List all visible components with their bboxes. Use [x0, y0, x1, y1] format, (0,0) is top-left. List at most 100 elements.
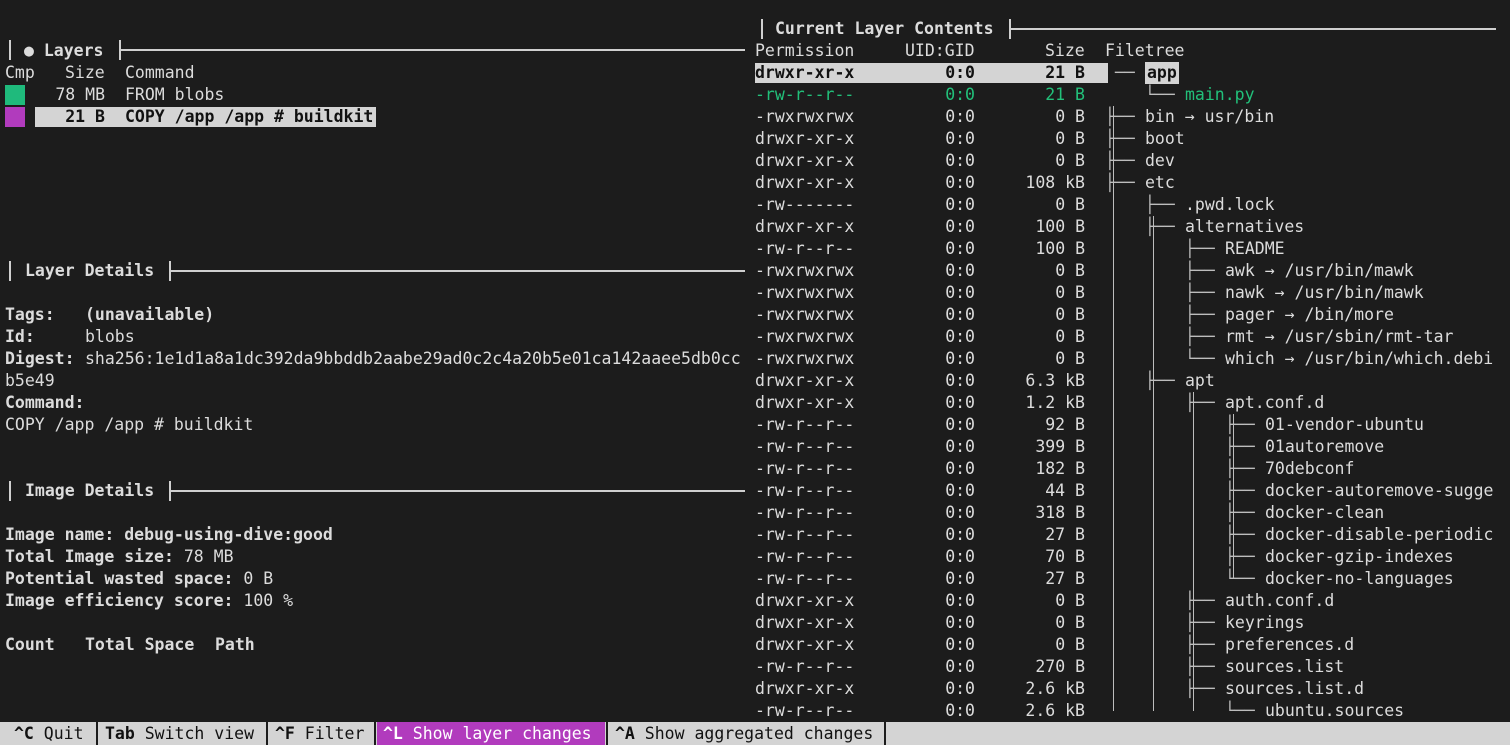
filetree-row[interactable]: -rwxrwxrwx 0:0 0 B ├── bin → usr/bin	[0, 106, 1510, 128]
uid-gid-cell: 0:0	[945, 591, 975, 610]
filetree-row[interactable]: -rw-r--r-- 0:0 182 B ├── 70debconf	[0, 458, 1510, 480]
uid-gid-cell: 0:0	[945, 107, 975, 126]
filetree-entry-name: awk → /usr/bin/mawk	[1225, 261, 1414, 280]
size-cell: 0 B	[1055, 613, 1085, 632]
size-cell: 6.3 kB	[1025, 371, 1085, 390]
size-cell: 0 B	[1055, 107, 1085, 126]
filetree-row[interactable]: -rw------- 0:0 0 B ├── .pwd.lock	[0, 194, 1510, 216]
tree-connector: ├──	[1105, 173, 1135, 192]
size-cell: 108 kB	[1025, 173, 1085, 192]
filter-keybind[interactable]: ^F Filter	[269, 722, 374, 745]
tree-connector: ├──	[1105, 129, 1135, 148]
uid-gid-cell: 0:0	[945, 349, 975, 368]
permission-cell: drwxr-xr-x	[755, 679, 855, 698]
permission-cell: -rwxrwxrwx	[755, 107, 855, 126]
filetree-entry-name: apt	[1185, 371, 1215, 390]
tree-connector: ├──	[1225, 481, 1255, 500]
switch-view-keybind[interactable]: Tab Switch view	[99, 722, 264, 745]
filetree-row[interactable]: -rw-r--r-- 0:0 92 B ├── 01-vendor-ubuntu	[0, 414, 1510, 436]
filetree-entry-name: app	[1145, 62, 1179, 84]
uid-gid-cell: 0:0	[945, 173, 975, 192]
permission-cell: -rwxrwxrwx	[755, 305, 855, 324]
contents-panel-title: Current Layer Contents	[775, 19, 994, 38]
show-aggregated-changes-key: ^A	[615, 724, 635, 743]
filter-label: Filter	[294, 724, 365, 743]
uid-gid-cell: 0:0	[945, 371, 975, 390]
filetree-row[interactable]: -rwxrwxrwx 0:0 0 B ├── pager → /bin/more	[0, 304, 1510, 326]
uid-gid-cell: 0:0	[945, 393, 975, 412]
size-cell: 70 B	[1045, 547, 1085, 566]
uid-gid-cell: 0:0	[945, 195, 975, 214]
filetree-row-selected[interactable]: drwxr-xr-x 0:0 21 B ── app	[0, 62, 1510, 84]
filetree-entry-name: boot	[1145, 129, 1185, 148]
filetree-row[interactable]: drwxr-xr-x 0:0 108 kB ├── etc	[0, 172, 1510, 194]
filetree-row[interactable]: -rw-r--r-- 0:0 399 B ├── 01autoremove	[0, 436, 1510, 458]
filetree-row[interactable]: -rw-r--r-- 0:0 100 B ├── README	[0, 238, 1510, 260]
filetree-row[interactable]: drwxr-xr-x 0:0 0 B ├── auth.conf.d	[0, 590, 1510, 612]
filetree-entry-name: etc	[1145, 173, 1175, 192]
filetree-row[interactable]: drwxr-xr-x 0:0 100 B ├── alternatives	[0, 216, 1510, 238]
uid-gid-cell: 0:0	[945, 635, 975, 654]
tree-connector: ├──	[1225, 547, 1255, 566]
filetree-row[interactable]: -rw-r--r-- 0:0 27 B ├── docker-disable-perio…	[0, 524, 1510, 546]
filetree-row[interactable]: -rw-r--r-- 0:0 44 B ├── docker-autoremove-su…	[0, 480, 1510, 502]
permission-cell: -rw-r--r--	[755, 503, 855, 522]
size-cell: 0 B	[1055, 327, 1085, 346]
filetree-row[interactable]: drwxr-xr-x 0:0 2.6 kB ├── sources.list.d	[0, 678, 1510, 700]
filetree-row[interactable]: drwxr-xr-x 0:0 6.3 kB ├── apt	[0, 370, 1510, 392]
filetree-entry-name: auth.conf.d	[1225, 591, 1335, 610]
filetree-row[interactable]: -rw-r--r-- 0:0 270 B ├── sources.list	[0, 656, 1510, 678]
status-separator	[606, 722, 608, 745]
filetree-row[interactable]: drwxr-xr-x 0:0 0 B ├── keyrings	[0, 612, 1510, 634]
show-layer-changes-keybind[interactable]: ^L Show layer changes	[377, 722, 605, 745]
filetree-row[interactable]: -rw-r--r-- 0:0 70 B ├── docker-gzip-indexes	[0, 546, 1510, 568]
filetree-row[interactable]: -rw-r--r-- 0:0 21 B └── main.py	[0, 84, 1510, 106]
filetree-row[interactable]: -rwxrwxrwx 0:0 0 B ├── rmt → /usr/sbin/rmt-t…	[0, 326, 1510, 348]
permission-cell: -rwxrwxrwx	[755, 349, 855, 368]
uid-gid-cell: 0:0	[945, 679, 975, 698]
show-layer-changes-key: ^L	[383, 724, 403, 743]
tree-connector: ├──	[1185, 591, 1215, 610]
filetree-row[interactable]: -rw-r--r-- 0:0 318 B ├── docker-clean	[0, 502, 1510, 524]
layers-title-rule	[121, 49, 745, 51]
filetree-row[interactable]: drwxr-xr-x 0:0 0 B ├── boot	[0, 128, 1510, 150]
filetree-row[interactable]: drwxr-xr-x 0:0 0 B ├── preferences.d	[0, 634, 1510, 656]
tree-connector: ├──	[1185, 261, 1215, 280]
filetree-row[interactable]: -rwxrwxrwx 0:0 0 B ├── awk → /usr/bin/mawk	[0, 260, 1510, 282]
tree-connector: ├──	[1225, 415, 1255, 434]
quit-keybind[interactable]: ^C Quit	[8, 722, 93, 745]
tree-connector: ├──	[1105, 151, 1135, 170]
uid-gid-cell: 0:0	[945, 151, 975, 170]
filetree-entry-name: dev	[1145, 151, 1175, 170]
filetree-row[interactable]: drwxr-xr-x 0:0 0 B ├── dev	[0, 150, 1510, 172]
uid-gid-cell: 0:0	[945, 283, 975, 302]
filetree-row[interactable]: drwxr-xr-x 0:0 1.2 kB ├── apt.conf.d	[0, 392, 1510, 414]
layers-panel-title: ● Layers	[24, 41, 104, 60]
size-cell: 0 B	[1055, 635, 1085, 654]
uid-gid-cell: 0:0	[945, 613, 975, 632]
size-cell: 0 B	[1055, 129, 1085, 148]
filetree-entry-name: docker-no-languages	[1265, 569, 1454, 588]
permission-cell: -rw-r--r--	[755, 547, 855, 566]
filetree-entry-name: sources.list.d	[1225, 679, 1365, 698]
tree-connector: ├──	[1185, 239, 1215, 258]
permission-cell: drwxr-xr-x	[755, 591, 855, 610]
filetree-entry-name: .pwd.lock	[1185, 195, 1275, 214]
show-aggregated-changes-keybind[interactable]: ^A Show aggregated changes	[609, 722, 884, 745]
permission-cell: -rw-r--r--	[755, 239, 855, 258]
permission-cell: drwxr-xr-x	[755, 151, 855, 170]
layers-title-left-bar	[9, 40, 11, 60]
permission-cell: -rwxrwxrwx	[755, 327, 855, 346]
filetree-entry-name: nawk → /usr/bin/mawk	[1225, 283, 1424, 302]
uid-gid-cell: 0:0	[945, 261, 975, 280]
filetree-row[interactable]: -rw-r--r-- 0:0 2.6 kB └── ubuntu.sources	[0, 700, 1510, 722]
show-aggregated-changes-label: Show aggregated changes	[634, 724, 874, 743]
filetree-entry-name: rmt → /usr/sbin/rmt-tar	[1225, 327, 1454, 346]
uid-gid-cell: 0:0	[945, 459, 975, 478]
uid-gid-cell: 0:0	[945, 63, 975, 82]
filetree-row[interactable]: -rwxrwxrwx 0:0 0 B ├── nawk → /usr/bin/mawk	[0, 282, 1510, 304]
status-separator	[884, 722, 886, 745]
filetree-row[interactable]: -rw-r--r-- 0:0 27 B └── docker-no-languages	[0, 568, 1510, 590]
filetree-row[interactable]: -rwxrwxrwx 0:0 0 B └── which → /usr/bin/whic…	[0, 348, 1510, 370]
tree-connector: └──	[1145, 85, 1175, 104]
